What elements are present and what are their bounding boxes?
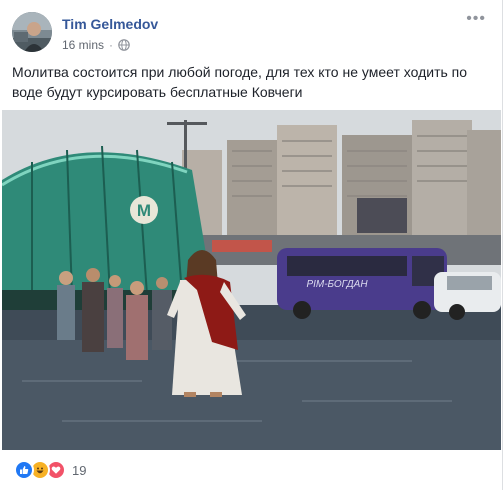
author-name[interactable]: Tim Gelmedov [62, 16, 158, 32]
post-photo[interactable]: M РІМ-БОГДАН [2, 110, 501, 450]
meta-separator: · [109, 38, 114, 52]
avatar-image [12, 12, 52, 52]
post-time[interactable]: 16 mins [62, 38, 104, 52]
more-options-icon[interactable]: ••• [466, 10, 486, 28]
avatar[interactable] [12, 12, 52, 52]
reactions-count[interactable]: 19 [72, 463, 86, 478]
post-text: Молитва состоится при любой погоде, для … [12, 64, 468, 100]
globe-icon[interactable] [118, 39, 130, 51]
post-meta: 16 mins · [62, 38, 130, 52]
like-icon [14, 460, 34, 480]
minibus-text: РІМ-БОГДАН [306, 279, 368, 290]
metro-sign: M [137, 201, 151, 220]
flooded-street-image: M РІМ-БОГДАН [2, 110, 501, 450]
reactions-summary[interactable]: 19 [14, 460, 86, 480]
facebook-post: Tim Gelmedov 16 mins · ••• Молитва состо… [0, 0, 503, 490]
